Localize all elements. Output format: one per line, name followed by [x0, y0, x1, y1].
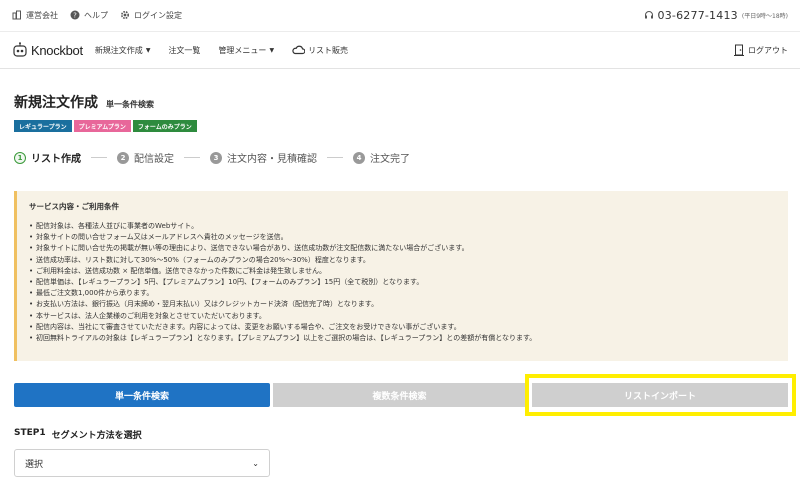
company-label: 運営会社	[26, 10, 58, 20]
nav-list-sales[interactable]: リスト販売	[292, 45, 348, 56]
step-number-2: 2	[117, 151, 129, 164]
cloud-icon	[292, 45, 306, 55]
caret-down-icon: ▼	[145, 46, 151, 54]
login-settings-link[interactable]: ログイン設定	[120, 10, 182, 21]
page-subtitle: 単一条件検索	[106, 100, 154, 109]
step-number-3: 3	[210, 151, 222, 164]
main-navbar: Knockbot 新規注文作成 ▼ 注文一覧 管理メニュー ▼ リスト販売 ログ…	[0, 31, 800, 69]
step-order-complete: 4 注文完了	[353, 150, 410, 165]
step-list-creation: 1 リスト作成	[14, 150, 81, 165]
gear-icon	[120, 10, 130, 20]
step-separator	[184, 157, 200, 158]
list-item: 配信内容は、当社にて審査させていただきます。内容によっては、変更をお願いする場合…	[29, 322, 778, 333]
step1-text: セグメント方法を選択	[51, 431, 142, 441]
list-item: お支払い方法は、銀行振込（月末締め・翌月末払い）又はクレジットカード決済（配信完…	[29, 299, 778, 310]
badge-regular-plan: レギュラープラン	[14, 120, 72, 132]
utility-links: 運営会社 ? ヘルプ ログイン設定	[12, 10, 182, 21]
badge-form-only-plan: フォームのみプラン	[132, 120, 197, 132]
robot-logo-icon	[13, 42, 27, 57]
building-icon	[12, 10, 21, 20]
door-exit-icon	[734, 44, 744, 56]
company-link[interactable]: 運営会社	[12, 10, 58, 21]
service-terms-notice: サービス内容・ご利用条件 配信対象は、各種法人並びに事業者のWebサイト。 対象…	[14, 191, 788, 361]
step-label: リスト作成	[31, 154, 81, 165]
page-title: 新規注文作成 単一条件検索	[14, 92, 154, 112]
list-item: 送信成功率は、リスト数に対して30%〜50%（フォームのみプランの場合20%〜3…	[29, 255, 778, 266]
help-label: ヘルプ	[84, 10, 108, 20]
question-icon: ?	[70, 10, 80, 20]
phone-number: 03-6277-1413	[657, 8, 738, 22]
list-item: 対象サイトの問い合せフォーム又はメールアドレスへ貴社のメッセージを送信。	[29, 232, 778, 243]
logo-text: Knockbot	[31, 42, 83, 58]
nav-admin-menu-label: 管理メニュー	[218, 45, 267, 55]
login-settings-label: ログイン設定	[134, 10, 182, 20]
logout-button[interactable]: ログアウト	[734, 44, 788, 56]
badge-premium-plan: プレミアムプラン	[73, 120, 131, 132]
list-item: 最低ご注文数1,000件から承ります。	[29, 288, 778, 299]
step-number-1: 1	[14, 151, 26, 164]
chevron-down-icon: ⌄	[252, 458, 259, 468]
list-item: 配信単価は、【レギュラープラン】5円、【プレミアムプラン】10円、【フォームのみ…	[29, 277, 778, 288]
highlight-box	[525, 374, 796, 416]
step-label: 注文内容・見積確認	[227, 154, 317, 165]
list-item: 対象サイトに問い合せ先の掲載が無い等の理由により、送信できない場合があり、送信成…	[29, 243, 778, 254]
headset-icon	[644, 11, 653, 19]
svg-text:?: ?	[73, 12, 77, 20]
help-link[interactable]: ? ヘルプ	[70, 10, 108, 21]
step-label: 注文完了	[370, 154, 410, 165]
notice-title: サービス内容・ご利用条件	[29, 202, 119, 211]
list-item: ご利用料金は、送信成功数 × 配信単価。送信できなかった件数にご料金は発生致しま…	[29, 266, 778, 277]
utility-bar: 運営会社 ? ヘルプ ログイン設定 03-6277-1413 (平日9時〜18時…	[0, 0, 800, 30]
step-separator	[91, 157, 107, 158]
step-number-4: 4	[353, 151, 365, 164]
nav-order-list-label: 注文一覧	[168, 45, 201, 55]
step-separator	[327, 157, 343, 158]
segment-method-select[interactable]: 選択 ⌄	[14, 449, 270, 477]
logo[interactable]: Knockbot	[12, 42, 83, 58]
tab-multi-condition-search[interactable]: 複数条件検索	[273, 383, 526, 407]
notice-list: 配信対象は、各種法人並びに事業者のWebサイト。 対象サイトの問い合せフォーム又…	[29, 221, 778, 344]
nav-admin-menu[interactable]: 管理メニュー ▼	[218, 45, 274, 56]
step-order-confirm: 3 注文内容・見積確認	[210, 150, 317, 165]
nav-order-list[interactable]: 注文一覧	[168, 45, 200, 56]
plan-badges: レギュラープラン プレミアムプラン フォームのみプラン	[14, 120, 197, 132]
logout-label: ログアウト	[748, 45, 788, 55]
nav-menu: 新規注文作成 ▼ 注文一覧 管理メニュー ▼ リスト販売	[95, 45, 348, 56]
step-label: 配信設定	[134, 154, 174, 165]
tab-single-condition-search[interactable]: 単一条件検索	[14, 383, 270, 407]
nav-new-order-label: 新規注文作成	[94, 45, 143, 55]
list-item: 初回無料トライアルの対象は【レギュラープラン】となります。【プレミアムプラン】以…	[29, 333, 778, 344]
step-delivery-settings: 2 配信設定	[117, 150, 174, 165]
list-item: 配信対象は、各種法人並びに事業者のWebサイト。	[29, 221, 778, 232]
nav-new-order[interactable]: 新規注文作成 ▼	[95, 45, 151, 56]
page-title-main: 新規注文作成	[14, 95, 98, 111]
list-item: 本サービスは、法人企業様のご利用を対象とさせていただいております。	[29, 311, 778, 322]
step1-label: STEP1	[14, 428, 46, 438]
step1-heading: STEP1 セグメント方法を選択	[14, 428, 142, 441]
progress-steps: 1 リスト作成 2 配信設定 3 注文内容・見積確認 4 注文完了	[14, 150, 410, 165]
phone-info: 03-6277-1413 (平日9時〜18時)	[644, 9, 788, 22]
select-value: 選択	[25, 459, 44, 470]
business-hours: (平日9時〜18時)	[741, 12, 788, 20]
nav-list-sales-label: リスト販売	[308, 45, 349, 55]
caret-down-icon: ▼	[269, 46, 275, 54]
